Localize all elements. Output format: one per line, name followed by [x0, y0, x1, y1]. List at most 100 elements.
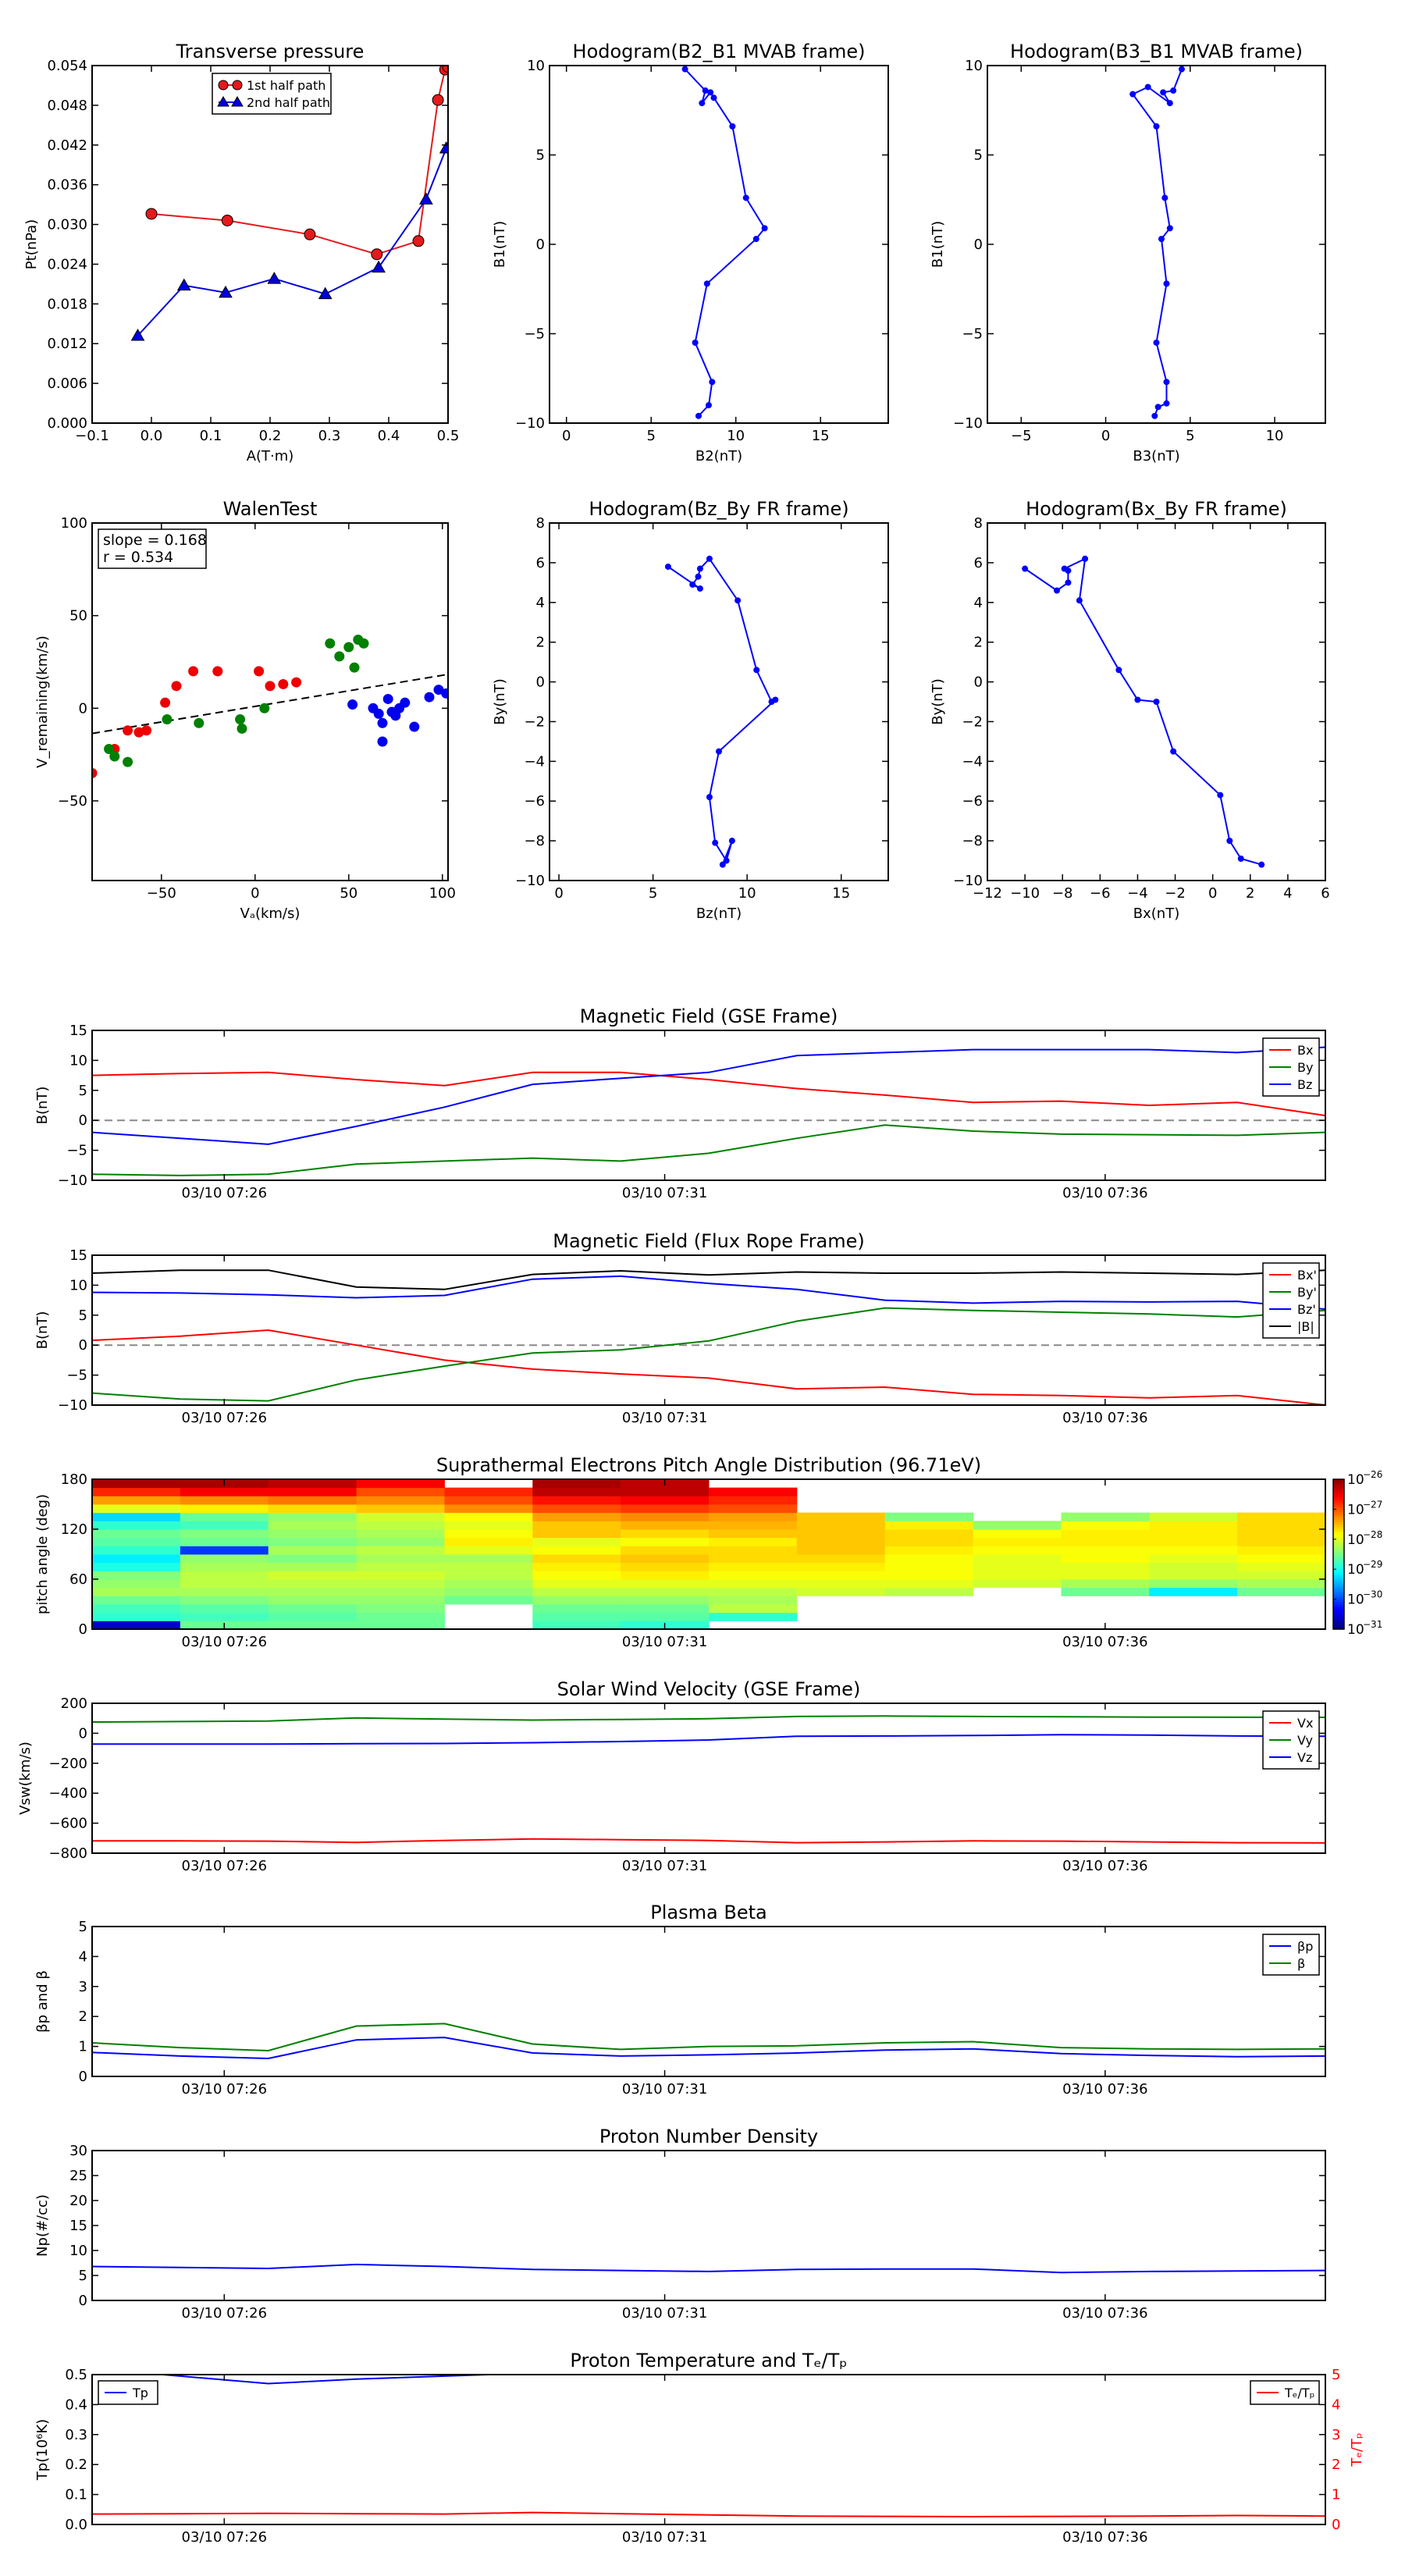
data-point: [176, 278, 191, 291]
x-axis-label: Vₐ(km/s): [240, 906, 301, 922]
heatmap-cell: [1061, 1537, 1150, 1546]
data-point: [304, 228, 316, 240]
legend-label: Bx: [1297, 1043, 1313, 1058]
x-axis-label: B3(nT): [1133, 448, 1179, 464]
heatmap-cell: [532, 1537, 621, 1546]
heatmap-cell: [92, 1479, 181, 1489]
y-tick-label: −6: [524, 793, 545, 809]
legend-label: |B|: [1297, 1319, 1314, 1334]
heatmap-cell: [796, 1512, 886, 1521]
heatmap-cell: [180, 1546, 269, 1555]
heatmap-cell: [268, 1621, 357, 1629]
heatmap-cell: [621, 1562, 710, 1571]
x-tick-label: −8: [1052, 885, 1073, 902]
heatmap-cell: [532, 1487, 621, 1496]
series-line-1: [92, 2511, 1325, 2518]
legend-label: Vx: [1297, 1716, 1313, 1731]
legend: Bx By Bz: [1262, 1037, 1320, 1097]
data-point: [358, 638, 369, 649]
y-tick-label: 0.5: [65, 2367, 87, 2383]
data-point: [1166, 100, 1173, 107]
data-point: [1163, 280, 1170, 287]
plot-area: [92, 1269, 1325, 1405]
heatmap-cell: [973, 1529, 1062, 1539]
heatmap-cell: [709, 1504, 798, 1514]
heatmap-cell: [92, 1612, 181, 1621]
legend: Tp: [98, 2380, 158, 2405]
legend-label: Vz: [1297, 1750, 1312, 1765]
heatmap-cell: [356, 1546, 445, 1555]
heatmap-cell: [268, 1529, 357, 1539]
heatmap-cell: [180, 1604, 269, 1614]
data-point: [1115, 667, 1122, 674]
heatmap-cell: [884, 1529, 974, 1539]
x-tick-label: 03/10 07:26: [182, 1185, 267, 1201]
heatmap-cell: [356, 1529, 445, 1539]
heatmap-cell: [709, 1571, 798, 1580]
heatmap-cell: [1149, 1554, 1238, 1564]
series-line-0: [92, 2263, 1325, 2274]
data-point: [1258, 861, 1265, 868]
x-tick-label: −10: [1010, 885, 1040, 902]
data-point: [400, 697, 411, 708]
heatmap-cell: [1149, 1562, 1238, 1571]
series-line-0: [1131, 69, 1183, 417]
data-point: [735, 597, 742, 604]
data-point: [1082, 555, 1089, 562]
heatmap-cell: [180, 1579, 269, 1589]
y-tick-label: 0.024: [47, 256, 87, 272]
heatmap-cell: [92, 1554, 181, 1564]
legend-label: Bz: [1297, 1077, 1312, 1092]
heatmap-cell: [268, 1479, 357, 1489]
heatmap-cell: [884, 1546, 974, 1555]
data-point: [696, 585, 703, 592]
x-tick-label: 0.0: [140, 428, 163, 444]
y-tick-label: −10: [58, 1397, 87, 1414]
heatmap-cell: [444, 1521, 533, 1530]
colorbar-tick-label: 10: [1347, 1562, 1364, 1578]
x-axis-label: A(T·m): [247, 448, 294, 464]
heatmap-cell: [532, 1612, 621, 1621]
plot-area: [681, 66, 768, 419]
y-tick-label: 0: [974, 674, 983, 691]
data-point: [267, 272, 282, 284]
heatmap-cell: [92, 1512, 181, 1521]
data-point: [160, 697, 171, 708]
x-tick-label: 03/10 07:26: [182, 2529, 267, 2546]
legend-label: Tₑ/Tₚ: [1284, 2386, 1314, 2400]
heatmap-cell: [1061, 1587, 1150, 1596]
y-tick-label-right: 5: [1332, 2367, 1340, 2383]
y-tick-label: 0.000: [47, 415, 87, 432]
x-tick-label: 5: [649, 885, 657, 902]
chart-title: Hodogram(Bz_By FR frame): [589, 498, 848, 520]
data-point: [123, 725, 133, 736]
y-tick-label: −10: [58, 1172, 87, 1189]
heatmap-cell: [92, 1487, 181, 1496]
heatmap-cell: [268, 1554, 357, 1564]
heatmap-cell: [709, 1579, 798, 1589]
y-tick-label-right: 2: [1332, 2457, 1340, 2473]
x-tick-label: 03/10 07:36: [1062, 2529, 1147, 2546]
heatmap-cell: [356, 1554, 445, 1564]
y-tick-label: −5: [524, 326, 545, 343]
heatmap-cell: [1237, 1521, 1325, 1530]
legend-label: Tp: [132, 2386, 148, 2400]
heatmap-cell: [1237, 1546, 1325, 1555]
heatmap-cell: [1061, 1579, 1150, 1589]
heatmap-cell: [796, 1554, 886, 1564]
heatmap-cell: [532, 1562, 621, 1571]
heatmap-cell: [621, 1587, 710, 1596]
heatmap-cell: [268, 1562, 357, 1571]
x-tick-label: 03/10 07:26: [182, 2081, 267, 2097]
data-point: [265, 681, 276, 692]
colorbar-tick-label: 10: [1347, 1592, 1364, 1608]
y-tick-label: −600: [49, 1816, 87, 1832]
chart-title: Magnetic Field (GSE Frame): [580, 1005, 838, 1027]
chart-title: Solar Wind Velocity (GSE Frame): [557, 1678, 861, 1700]
heatmap-cell: [621, 1596, 710, 1605]
y-tick-label: 0.2: [65, 2457, 87, 2473]
data-point: [1237, 856, 1244, 863]
data-point: [1061, 565, 1068, 572]
y-tick-label: 60: [69, 1571, 87, 1588]
data-point: [710, 94, 717, 101]
